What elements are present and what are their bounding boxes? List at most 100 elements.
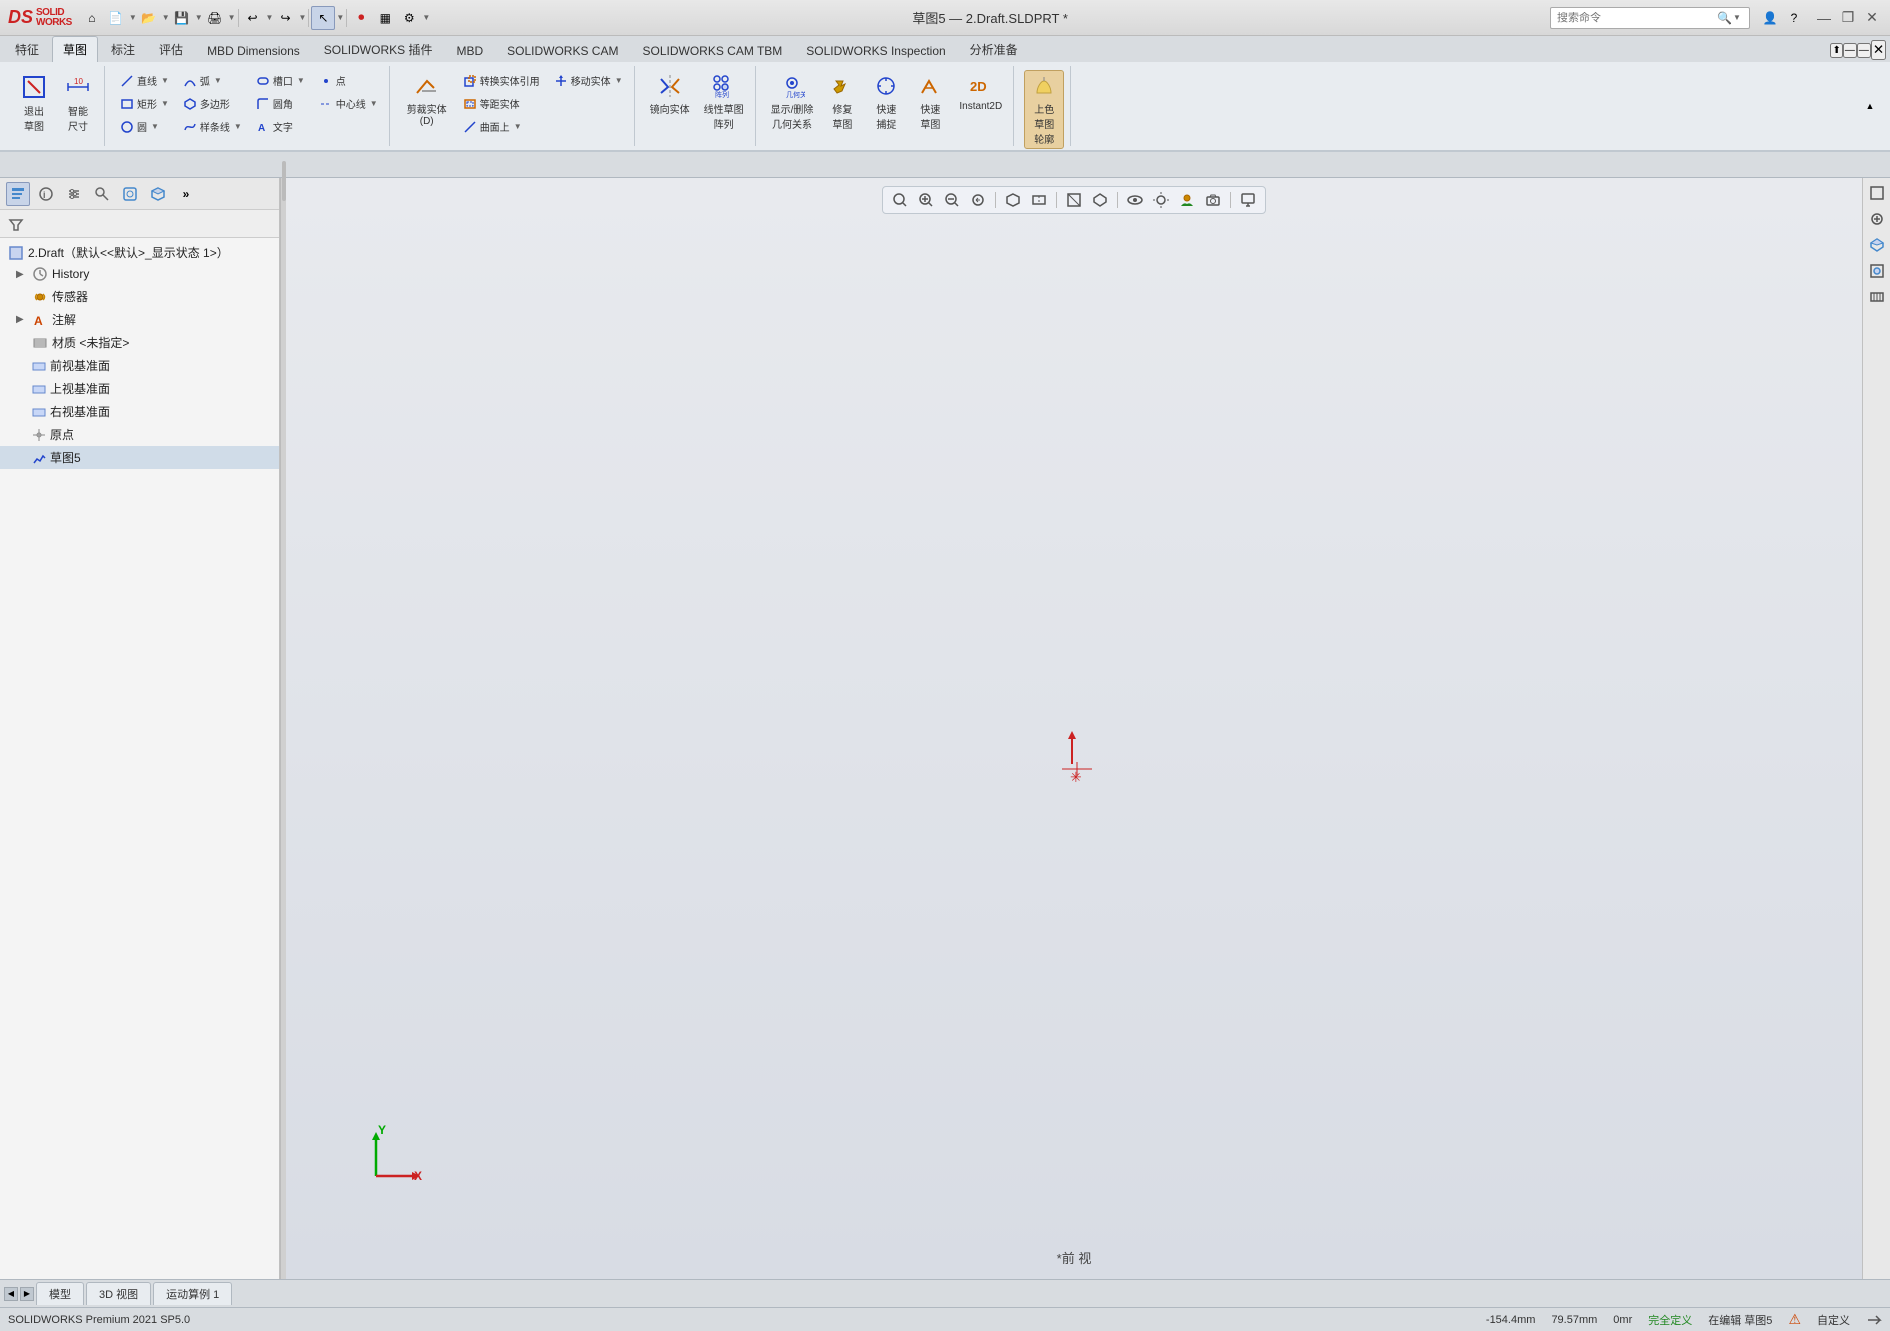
vp-hide-show-btn[interactable] — [1124, 189, 1146, 211]
vp-3dview-btn[interactable] — [1002, 189, 1024, 211]
quick-snap-btn[interactable]: 快速捕捉 — [866, 70, 906, 134]
panel-property-btn[interactable]: i — [34, 182, 58, 206]
fillet-btn[interactable]: 圆角 — [251, 93, 310, 114]
smart-dim-btn[interactable]: 10 智能尺寸 — [58, 70, 98, 136]
title-new-btn[interactable]: 📄 — [104, 6, 128, 30]
tab-sw-addins[interactable]: SOLIDWORKS 插件 — [313, 36, 444, 62]
ribbon-close-btn[interactable]: ✕ — [1871, 40, 1886, 60]
tree-item-annotation[interactable]: ▶ A 注解 — [0, 308, 279, 331]
tab-sketch[interactable]: 草图 — [52, 36, 98, 62]
tree-item-right-plane[interactable]: 右视基准面 — [0, 400, 279, 423]
right-panel-btn4[interactable] — [1866, 260, 1888, 282]
right-panel-btn3[interactable] — [1866, 234, 1888, 256]
curve-offset-btn[interactable]: 曲面上▼ — [458, 116, 545, 137]
vp-monitor-btn[interactable] — [1237, 189, 1259, 211]
tree-item-sketch5[interactable]: 草图5 — [0, 446, 279, 469]
spline-btn[interactable]: 样条线▼ — [178, 116, 247, 137]
vp-scene-btn[interactable] — [1176, 189, 1198, 211]
title-help-btn[interactable]: ? — [1782, 6, 1806, 30]
tree-item-origin[interactable]: 原点 — [0, 423, 279, 446]
title-redo-arrow[interactable]: ▼ — [298, 13, 306, 22]
vp-prev-view-btn[interactable] — [967, 189, 989, 211]
arc-btn[interactable]: 弧▼ — [178, 70, 247, 91]
tab-analysis[interactable]: 分析准备 — [959, 36, 1029, 62]
search-icon[interactable]: 🔍 — [1717, 11, 1732, 25]
tree-item-sensor[interactable]: 传感器 — [0, 285, 279, 308]
right-panel-btn2[interactable] — [1866, 208, 1888, 230]
tab-evaluate[interactable]: 评估 — [148, 36, 194, 62]
point-btn[interactable]: 点 — [314, 70, 383, 91]
right-panel-btn1[interactable] — [1866, 182, 1888, 204]
polygon-btn[interactable]: 多边形 — [178, 93, 247, 114]
tree-item-front-plane[interactable]: 前视基准面 — [0, 354, 279, 377]
title-settings-arrow[interactable]: ▼ — [422, 13, 430, 22]
tab-mbd[interactable]: MBD — [445, 39, 494, 62]
ribbon-expand-btn[interactable]: ⬆ — [1830, 43, 1842, 58]
title-home-btn[interactable]: ⌂ — [80, 6, 104, 30]
vp-lighting-btn[interactable] — [1150, 189, 1172, 211]
tab-model[interactable]: 模型 — [36, 1282, 84, 1305]
title-view-btn[interactable]: ▦ — [373, 6, 397, 30]
shear-solid-btn[interactable]: 剪裁实体(D) — [400, 70, 454, 130]
panel-3dview-btn[interactable] — [146, 182, 170, 206]
title-save-btn[interactable]: 💾 — [170, 6, 194, 30]
prev-tab-btn[interactable]: ◀ — [4, 1287, 18, 1301]
tree-item-top-plane[interactable]: 上视基准面 — [0, 377, 279, 400]
vp-section-btn[interactable] — [1028, 189, 1050, 211]
right-panel-btn5[interactable] — [1866, 286, 1888, 308]
tab-features[interactable]: 特征 — [4, 36, 50, 62]
vp-zoom-out-btn[interactable] — [941, 189, 963, 211]
title-open-btn[interactable]: 📂 — [137, 6, 161, 30]
tree-item-history[interactable]: ▶ History — [0, 263, 279, 285]
panel-config-btn[interactable] — [62, 182, 86, 206]
move-entity-btn[interactable]: 移动实体▼ — [549, 70, 628, 91]
vp-display-type-btn[interactable] — [1063, 189, 1085, 211]
title-undo-arrow[interactable]: ▼ — [266, 13, 274, 22]
tab-mbd-dimensions[interactable]: MBD Dimensions — [196, 39, 311, 62]
color-sketch-btn[interactable]: 上色草图轮廓 — [1024, 70, 1064, 149]
title-select-arrow[interactable]: ▼ — [336, 13, 344, 22]
convert-solid-btn[interactable]: 转换实体引用 — [458, 70, 545, 91]
panel-zoom-icon-btn[interactable] — [118, 182, 142, 206]
tab-3d-view[interactable]: 3D 视图 — [86, 1282, 151, 1305]
text-btn[interactable]: A 文字 — [251, 116, 310, 137]
panel-featuretree-btn[interactable] — [6, 182, 30, 206]
rect-btn[interactable]: 矩形▼ — [115, 93, 174, 114]
tab-sw-inspection[interactable]: SOLIDWORKS Inspection — [795, 39, 956, 62]
title-select-btn[interactable]: ↖ — [311, 6, 335, 30]
show-hide-geo-btn[interactable]: 几何关系 显示/删除几何关系 — [766, 70, 819, 134]
title-print-btn[interactable]: 🖨 — [203, 6, 227, 30]
panel-more-btn[interactable]: » — [174, 182, 198, 206]
vp-zoom-in-btn[interactable] — [915, 189, 937, 211]
viewport[interactable]: Y X ✳ *前 视 — [286, 178, 1862, 1279]
circle-btn[interactable]: 圆▼ — [115, 116, 174, 137]
tab-sw-cam-tbm[interactable]: SOLIDWORKS CAM TBM — [631, 39, 793, 62]
title-user-btn[interactable]: 👤 — [1758, 6, 1782, 30]
linear-array-btn[interactable]: 阵列 线性草图阵列 — [699, 70, 749, 134]
title-undo-btn[interactable]: ↩ — [241, 6, 265, 30]
next-tab-btn[interactable]: ▶ — [20, 1287, 34, 1301]
restore-btn[interactable]: ❐ — [1838, 8, 1858, 28]
title-open-arrow[interactable]: ▼ — [162, 13, 170, 22]
title-redo-btn[interactable]: ↪ — [273, 6, 297, 30]
title-save-arrow[interactable]: ▼ — [195, 13, 203, 22]
minimize-btn[interactable]: — — [1814, 8, 1834, 28]
quick-sketch-btn[interactable]: 快速草图 — [910, 70, 950, 134]
offset-btn[interactable]: 等距实体 — [458, 93, 545, 114]
vp-zoom-to-fit-btn[interactable] — [889, 189, 911, 211]
slot-btn[interactable]: 槽口▼ — [251, 70, 310, 91]
instant2d-btn[interactable]: 2D Instant2D — [954, 70, 1007, 115]
tab-sw-cam[interactable]: SOLIDWORKS CAM — [496, 39, 629, 62]
mirror-solid-btn[interactable]: 镜向实体 — [645, 70, 695, 119]
vp-camera-btn[interactable] — [1202, 189, 1224, 211]
ribbon-min-btn[interactable]: — — [1857, 43, 1871, 58]
tree-item-material[interactable]: 材质 <未指定> — [0, 331, 279, 354]
ribbon-collapse-btn[interactable]: — — [1843, 43, 1857, 58]
tab-motion-study[interactable]: 运动算例 1 — [153, 1282, 232, 1305]
title-settings-btn[interactable]: ⚙ — [397, 6, 421, 30]
repair-sketch-btn[interactable]: 修复草图 — [822, 70, 862, 134]
vp-view-orient-btn[interactable] — [1089, 189, 1111, 211]
exit-sketch-btn[interactable]: 退出草图 — [14, 70, 54, 136]
tab-markup[interactable]: 标注 — [100, 36, 146, 62]
tree-root-item[interactable]: 2.Draft（默认<<默认>_显示状态 1>） — [0, 242, 279, 263]
